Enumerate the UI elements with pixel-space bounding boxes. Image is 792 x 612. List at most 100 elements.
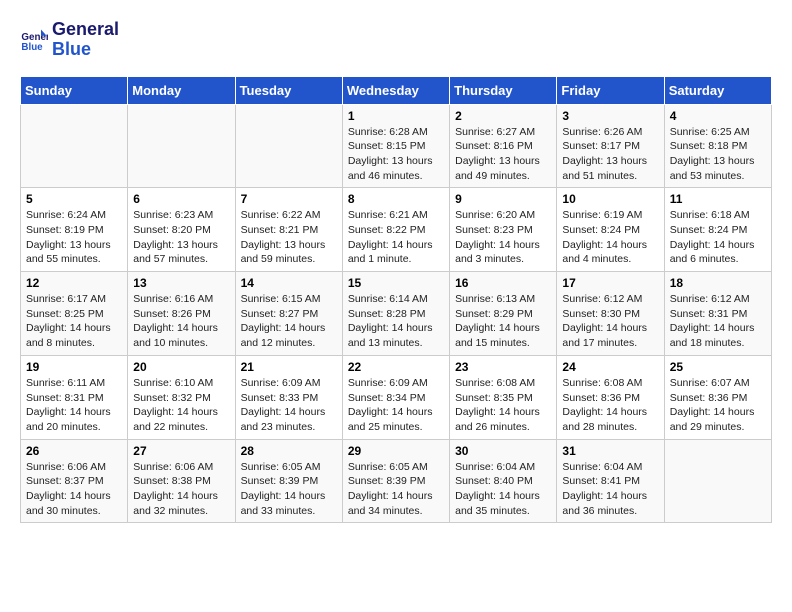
header-day-wednesday: Wednesday [342,76,449,104]
calendar-cell: 17 Sunrise: 6:12 AM Sunset: 8:30 PM Dayli… [557,272,664,356]
day-number: 8 [348,192,444,206]
day-number: 25 [670,360,766,374]
week-row-4: 19 Sunrise: 6:11 AM Sunset: 8:31 PM Dayli… [21,355,772,439]
day-info: Sunrise: 6:22 AM Sunset: 8:21 PM Dayligh… [241,208,337,267]
calendar-cell: 15 Sunrise: 6:14 AM Sunset: 8:28 PM Dayli… [342,272,449,356]
day-info: Sunrise: 6:17 AM Sunset: 8:25 PM Dayligh… [26,292,122,351]
day-info: Sunrise: 6:06 AM Sunset: 8:37 PM Dayligh… [26,460,122,519]
day-number: 31 [562,444,658,458]
day-info: Sunrise: 6:07 AM Sunset: 8:36 PM Dayligh… [670,376,766,435]
calendar-cell: 27 Sunrise: 6:06 AM Sunset: 8:38 PM Dayli… [128,439,235,523]
day-number: 5 [26,192,122,206]
header-day-monday: Monday [128,76,235,104]
calendar-cell: 5 Sunrise: 6:24 AM Sunset: 8:19 PM Daylig… [21,188,128,272]
day-info: Sunrise: 6:13 AM Sunset: 8:29 PM Dayligh… [455,292,551,351]
day-number: 10 [562,192,658,206]
day-number: 15 [348,276,444,290]
day-info: Sunrise: 6:11 AM Sunset: 8:31 PM Dayligh… [26,376,122,435]
calendar-cell: 7 Sunrise: 6:22 AM Sunset: 8:21 PM Daylig… [235,188,342,272]
day-number: 30 [455,444,551,458]
day-number: 19 [26,360,122,374]
day-number: 23 [455,360,551,374]
svg-text:Blue: Blue [21,42,43,53]
day-number: 18 [670,276,766,290]
day-info: Sunrise: 6:24 AM Sunset: 8:19 PM Dayligh… [26,208,122,267]
calendar-cell: 31Sunrise: 6:04 AM Sunset: 8:41 PM Dayli… [557,439,664,523]
calendar-cell: 16 Sunrise: 6:13 AM Sunset: 8:29 PM Dayli… [450,272,557,356]
calendar-cell: 13 Sunrise: 6:16 AM Sunset: 8:26 PM Dayli… [128,272,235,356]
day-number: 24 [562,360,658,374]
calendar-cell: 26 Sunrise: 6:06 AM Sunset: 8:37 PM Dayli… [21,439,128,523]
page-header: General Blue General Blue [20,20,772,60]
day-number: 29 [348,444,444,458]
calendar-cell: 21Sunrise: 6:09 AM Sunset: 8:33 PM Dayli… [235,355,342,439]
day-info: Sunrise: 6:21 AM Sunset: 8:22 PM Dayligh… [348,208,444,267]
calendar-header-row: SundayMondayTuesdayWednesdayThursdayFrid… [21,76,772,104]
calendar-cell: 28 Sunrise: 6:05 AM Sunset: 8:39 PM Dayli… [235,439,342,523]
calendar-cell: 14Sunrise: 6:15 AM Sunset: 8:27 PM Dayli… [235,272,342,356]
day-number: 27 [133,444,229,458]
calendar-cell [235,104,342,188]
header-day-friday: Friday [557,76,664,104]
calendar-cell: 23 Sunrise: 6:08 AM Sunset: 8:35 PM Dayli… [450,355,557,439]
week-row-1: 1 Sunrise: 6:28 AM Sunset: 8:15 PM Daylig… [21,104,772,188]
calendar-cell: 19 Sunrise: 6:11 AM Sunset: 8:31 PM Dayli… [21,355,128,439]
header-day-thursday: Thursday [450,76,557,104]
calendar-cell [128,104,235,188]
calendar-cell: 3 Sunrise: 6:26 AM Sunset: 8:17 PM Daylig… [557,104,664,188]
day-number: 16 [455,276,551,290]
header-day-saturday: Saturday [664,76,771,104]
day-number: 22 [348,360,444,374]
day-number: 12 [26,276,122,290]
calendar-cell: 22 Sunrise: 6:09 AM Sunset: 8:34 PM Dayli… [342,355,449,439]
calendar-cell: 24 Sunrise: 6:08 AM Sunset: 8:36 PM Dayli… [557,355,664,439]
day-number: 13 [133,276,229,290]
day-number: 20 [133,360,229,374]
day-number: 26 [26,444,122,458]
day-info: Sunrise: 6:14 AM Sunset: 8:28 PM Dayligh… [348,292,444,351]
day-info: Sunrise: 6:26 AM Sunset: 8:17 PM Dayligh… [562,125,658,184]
day-number: 4 [670,109,766,123]
calendar-cell: 30 Sunrise: 6:04 AM Sunset: 8:40 PM Dayli… [450,439,557,523]
day-info: Sunrise: 6:08 AM Sunset: 8:35 PM Dayligh… [455,376,551,435]
week-row-3: 12 Sunrise: 6:17 AM Sunset: 8:25 PM Dayli… [21,272,772,356]
day-number: 2 [455,109,551,123]
day-info: Sunrise: 6:10 AM Sunset: 8:32 PM Dayligh… [133,376,229,435]
calendar-cell: 29 Sunrise: 6:05 AM Sunset: 8:39 PM Dayli… [342,439,449,523]
logo-general-text: General [52,20,119,40]
day-number: 7 [241,192,337,206]
day-info: Sunrise: 6:19 AM Sunset: 8:24 PM Dayligh… [562,208,658,267]
day-info: Sunrise: 6:28 AM Sunset: 8:15 PM Dayligh… [348,125,444,184]
day-info: Sunrise: 6:09 AM Sunset: 8:34 PM Dayligh… [348,376,444,435]
day-info: Sunrise: 6:27 AM Sunset: 8:16 PM Dayligh… [455,125,551,184]
calendar-cell: 6Sunrise: 6:23 AM Sunset: 8:20 PM Daylig… [128,188,235,272]
day-info: Sunrise: 6:04 AM Sunset: 8:40 PM Dayligh… [455,460,551,519]
calendar-cell: 4 Sunrise: 6:25 AM Sunset: 8:18 PM Daylig… [664,104,771,188]
day-info: Sunrise: 6:25 AM Sunset: 8:18 PM Dayligh… [670,125,766,184]
day-number: 28 [241,444,337,458]
calendar-cell [664,439,771,523]
day-number: 14 [241,276,337,290]
logo-icon: General Blue [20,26,48,54]
day-info: Sunrise: 6:12 AM Sunset: 8:30 PM Dayligh… [562,292,658,351]
day-number: 21 [241,360,337,374]
logo-blue-text: Blue [52,40,119,60]
day-info: Sunrise: 6:16 AM Sunset: 8:26 PM Dayligh… [133,292,229,351]
day-number: 1 [348,109,444,123]
calendar-cell: 20 Sunrise: 6:10 AM Sunset: 8:32 PM Dayli… [128,355,235,439]
logo: General Blue General Blue [20,20,119,60]
day-number: 17 [562,276,658,290]
calendar-cell: 25 Sunrise: 6:07 AM Sunset: 8:36 PM Dayli… [664,355,771,439]
day-info: Sunrise: 6:05 AM Sunset: 8:39 PM Dayligh… [348,460,444,519]
header-day-sunday: Sunday [21,76,128,104]
day-info: Sunrise: 6:06 AM Sunset: 8:38 PM Dayligh… [133,460,229,519]
day-info: Sunrise: 6:08 AM Sunset: 8:36 PM Dayligh… [562,376,658,435]
day-number: 3 [562,109,658,123]
calendar-cell: 2 Sunrise: 6:27 AM Sunset: 8:16 PM Daylig… [450,104,557,188]
calendar-cell: 1 Sunrise: 6:28 AM Sunset: 8:15 PM Daylig… [342,104,449,188]
day-info: Sunrise: 6:05 AM Sunset: 8:39 PM Dayligh… [241,460,337,519]
day-number: 9 [455,192,551,206]
header-day-tuesday: Tuesday [235,76,342,104]
week-row-5: 26 Sunrise: 6:06 AM Sunset: 8:37 PM Dayli… [21,439,772,523]
day-info: Sunrise: 6:20 AM Sunset: 8:23 PM Dayligh… [455,208,551,267]
